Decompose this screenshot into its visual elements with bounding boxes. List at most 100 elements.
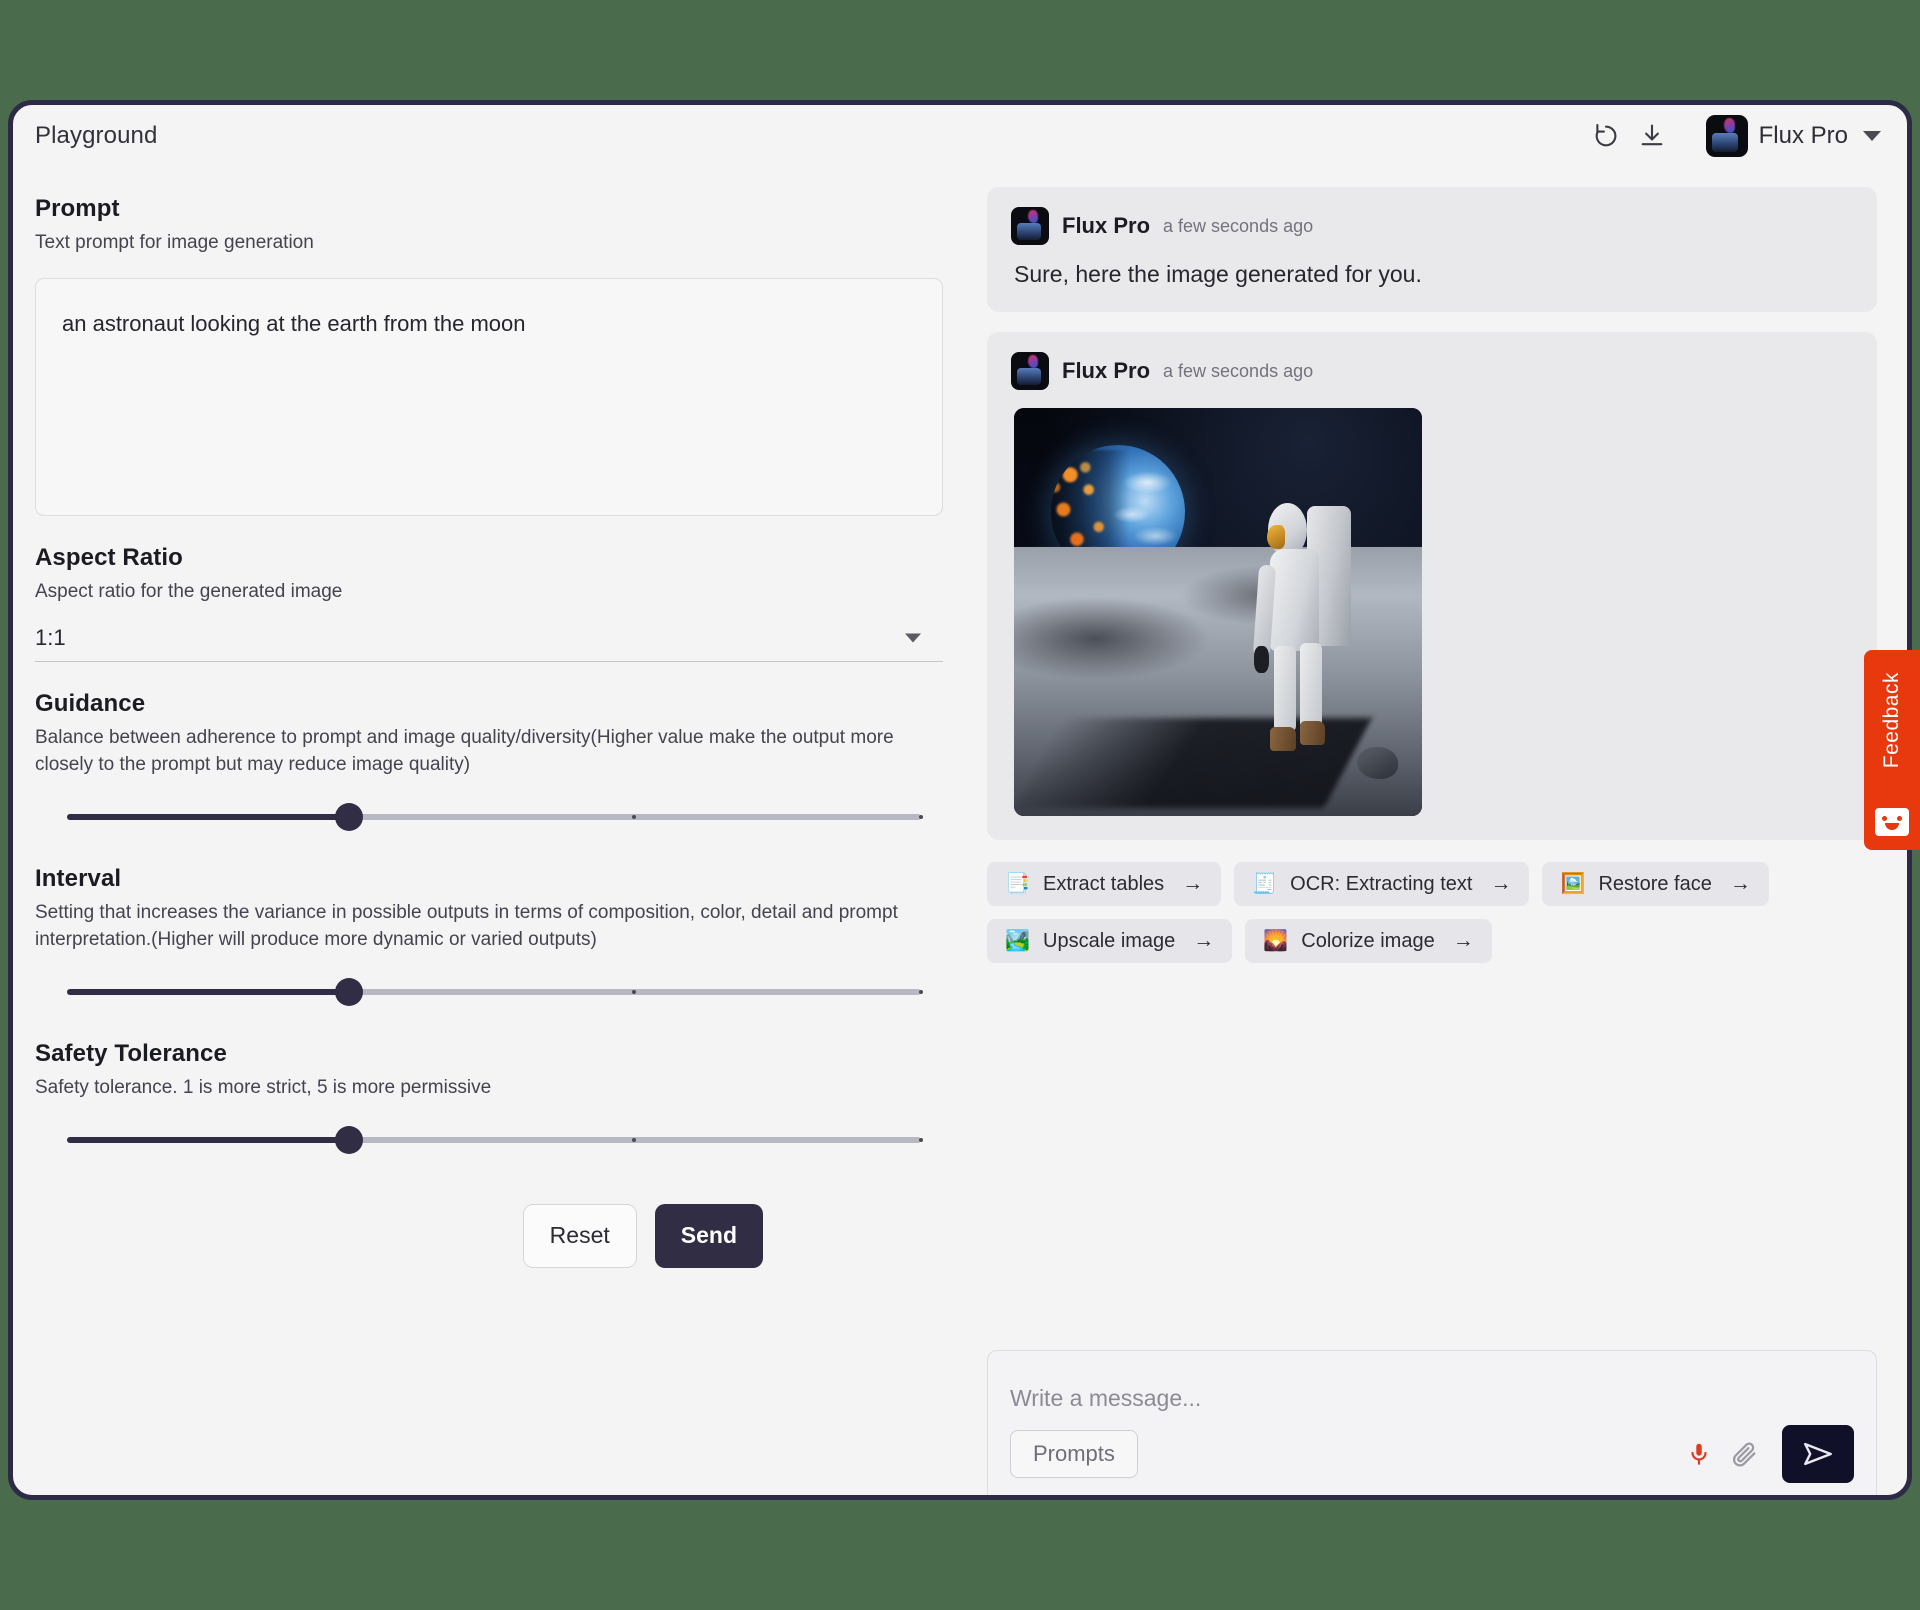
prompt-input[interactable] <box>35 277 943 516</box>
generated-image[interactable] <box>1014 408 1422 816</box>
aspect-ratio-title: Aspect Ratio <box>35 543 183 571</box>
chat-message: Flux Pro a few seconds ago Sure, here th… <box>987 187 1877 312</box>
slider-fill <box>67 813 349 820</box>
smiley-face-icon <box>1875 808 1909 836</box>
slider-tick <box>632 989 637 994</box>
prompts-button[interactable]: Prompts <box>1010 1430 1138 1478</box>
send-icon[interactable] <box>1782 1425 1854 1483</box>
arrow-right-icon: → <box>1193 929 1215 952</box>
arrow-right-icon: → <box>1452 929 1474 952</box>
message-timestamp: a few seconds ago <box>1163 215 1314 236</box>
reset-button[interactable]: Reset <box>522 1203 637 1268</box>
aspect-ratio-value: 1:1 <box>35 625 66 651</box>
chevron-down-icon <box>1863 131 1881 141</box>
ocr-icon: 🧾 <box>1252 873 1278 895</box>
feedback-tab[interactable]: Feedback <box>1864 650 1920 850</box>
send-button[interactable]: Send <box>654 1203 763 1268</box>
interval-slider[interactable] <box>35 972 943 1012</box>
arrow-right-icon: → <box>1490 872 1512 895</box>
upscale-image-icon: 🏞️ <box>1005 930 1030 952</box>
interval-field: Interval Setting that increases the vari… <box>35 865 943 1012</box>
chat-message: Flux Pro a few seconds ago <box>987 332 1877 840</box>
app-header: Playground Flux Pro <box>13 105 1907 167</box>
colorize-image-icon: 🌄 <box>1263 930 1289 952</box>
safety-tolerance-title: Safety Tolerance <box>35 1039 227 1067</box>
safety-tolerance-field: Safety Tolerance Safety tolerance. 1 is … <box>35 1040 943 1160</box>
guidance-slider[interactable] <box>35 797 943 837</box>
composer-toolbar: Prompts <box>1010 1425 1854 1483</box>
refresh-icon[interactable] <box>1586 116 1626 156</box>
interval-description: Setting that increases the variance in p… <box>35 901 898 950</box>
slider-thumb[interactable] <box>334 802 363 831</box>
quick-action-label: Upscale image <box>1043 929 1176 952</box>
panel-actions: Reset Send <box>35 1203 943 1268</box>
quick-action-label: Extract tables <box>1043 872 1165 895</box>
astronaut <box>1251 490 1373 759</box>
guidance-title: Guidance <box>35 689 146 717</box>
astronaut-visor <box>1266 524 1285 549</box>
quick-action-label: Colorize image <box>1301 929 1435 952</box>
slider-thumb[interactable] <box>334 977 363 1006</box>
prompt-title: Prompt <box>35 195 120 222</box>
quick-action-restore-face[interactable]: 🖼️ Restore face → <box>1542 862 1769 906</box>
download-icon[interactable] <box>1632 116 1672 156</box>
message-text: Sure, here the image generated for you. <box>1014 261 1422 287</box>
model-picker[interactable]: Flux Pro <box>1705 115 1881 157</box>
arrow-right-icon: → <box>1729 872 1751 895</box>
aspect-ratio-select[interactable]: 1:1 <box>35 616 943 662</box>
slider-fill <box>67 988 349 995</box>
astronaut-left-leg <box>1273 645 1296 732</box>
chat-panel: Flux Pro a few seconds ago Sure, here th… <box>965 167 1907 1495</box>
slider-tick <box>919 1137 923 1142</box>
extract-tables-icon: 📑 <box>1005 873 1030 895</box>
quick-actions: 📑 Extract tables → 🧾 OCR: Extracting tex… <box>987 862 1807 963</box>
prompt-description: Text prompt for image generation <box>35 232 314 253</box>
arrow-right-icon: → <box>1182 872 1204 895</box>
slider-tick <box>919 989 923 994</box>
message-avatar <box>1011 207 1049 245</box>
microphone-icon[interactable] <box>1676 1431 1722 1477</box>
quick-action-label: OCR: Extracting text <box>1290 872 1473 895</box>
restore-face-icon: 🖼️ <box>1560 873 1586 895</box>
aspect-ratio-description: Aspect ratio for the generated image <box>35 580 343 602</box>
slider-fill <box>67 1136 349 1143</box>
astronaut-torso <box>1270 548 1320 652</box>
safety-tolerance-slider[interactable] <box>35 1120 943 1160</box>
model-name: Flux Pro <box>1758 122 1848 149</box>
page-title: Playground <box>35 122 158 149</box>
paperclip-icon[interactable] <box>1722 1431 1768 1477</box>
astronaut-glove <box>1254 645 1269 673</box>
slider-tick <box>632 1137 637 1142</box>
message-composer: Prompts <box>987 1350 1877 1495</box>
guidance-description: Balance between adherence to prompt and … <box>35 726 894 775</box>
message-author: Flux Pro <box>1062 358 1151 383</box>
message-avatar <box>1011 352 1049 390</box>
prompt-field: Prompt Text prompt for image generation <box>35 195 943 516</box>
interval-title: Interval <box>35 864 122 892</box>
message-header: Flux Pro a few seconds ago <box>1011 352 1853 390</box>
safety-tolerance-description: Safety tolerance. 1 is more strict, 5 is… <box>35 1076 492 1098</box>
app-window: Playground Flux Pro Prompt Text prompt f… <box>8 100 1912 1500</box>
slider-tick <box>632 814 637 819</box>
parameters-panel: Prompt Text prompt for image generation … <box>13 167 965 1495</box>
astronaut-right-leg <box>1299 643 1322 730</box>
quick-action-colorize-image[interactable]: 🌄 Colorize image → <box>1245 919 1492 963</box>
slider-tick <box>919 814 923 819</box>
message-input[interactable] <box>1010 1373 1854 1423</box>
astronaut-left-boot <box>1270 726 1296 751</box>
guidance-field: Guidance Balance between adherence to pr… <box>35 690 943 837</box>
feedback-label: Feedback <box>1880 672 1903 769</box>
message-timestamp: a few seconds ago <box>1163 360 1314 381</box>
message-header: Flux Pro a few seconds ago <box>1011 207 1853 245</box>
quick-action-label: Restore face <box>1598 872 1712 895</box>
quick-action-ocr[interactable]: 🧾 OCR: Extracting text → <box>1234 862 1530 906</box>
chevron-down-icon <box>905 633 921 643</box>
aspect-ratio-field: Aspect Ratio Aspect ratio for the genera… <box>35 544 943 662</box>
slider-thumb[interactable] <box>334 1125 363 1154</box>
message-author: Flux Pro <box>1062 213 1151 238</box>
quick-action-extract-tables[interactable]: 📑 Extract tables → <box>987 862 1222 906</box>
model-avatar <box>1705 115 1748 157</box>
astronaut-right-boot <box>1299 721 1326 746</box>
quick-action-upscale-image[interactable]: 🏞️ Upscale image → <box>987 919 1233 963</box>
smiley-mouth <box>1885 823 1899 830</box>
